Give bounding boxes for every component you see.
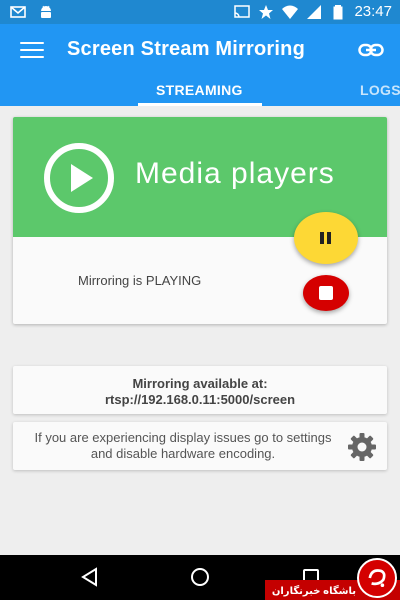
wifi-icon (282, 5, 299, 19)
pause-button[interactable] (294, 212, 358, 264)
notification-icons (10, 4, 54, 20)
tab-logs[interactable]: LOGS (360, 82, 400, 98)
gear-icon[interactable] (347, 432, 377, 462)
stop-icon (319, 286, 333, 300)
news-watermark: باشگاه خبرنگاران (265, 555, 400, 600)
player-card: Media players Mirroring is PLAYING (13, 117, 387, 324)
watermark-text: باشگاه خبرنگاران (271, 586, 356, 597)
home-icon[interactable] (189, 566, 211, 588)
watermark-logo-icon (357, 558, 397, 598)
signal-icon (307, 4, 322, 19)
banner-title: Media players (135, 157, 335, 190)
play-circle-icon (44, 143, 114, 213)
app-title: Screen Stream Mirroring (67, 38, 306, 60)
cast-icon (234, 4, 251, 18)
app-bar: Screen Stream Mirroring STREAMING LOGS (0, 24, 400, 106)
encoding-warning: If you are experiencing display issues g… (34, 430, 332, 461)
battery-icon (333, 4, 343, 19)
star-icon (259, 4, 274, 19)
android-icon (41, 5, 51, 18)
clock: 23:47 (354, 3, 392, 20)
tab-indicator (138, 103, 262, 106)
mirroring-status: Mirroring is PLAYING (78, 273, 202, 288)
tab-streaming[interactable]: STREAMING (156, 82, 243, 98)
link-icon[interactable] (358, 39, 384, 61)
hardware-encoding-card: If you are experiencing display issues g… (13, 422, 387, 470)
pause-icon (320, 232, 332, 244)
mail-icon (10, 6, 26, 18)
stream-address-card: Mirroring available at: rtsp://192.168.0… (13, 366, 387, 414)
address-label: Mirroring available at: (132, 376, 268, 391)
back-icon[interactable] (79, 566, 101, 588)
status-bar: 23:47 (0, 0, 400, 24)
hamburger-menu-icon[interactable] (20, 42, 44, 60)
stream-url: rtsp://192.168.0.11:5000/screen (104, 392, 296, 407)
stop-button[interactable] (303, 275, 349, 311)
system-status: 23:47 (234, 3, 392, 20)
